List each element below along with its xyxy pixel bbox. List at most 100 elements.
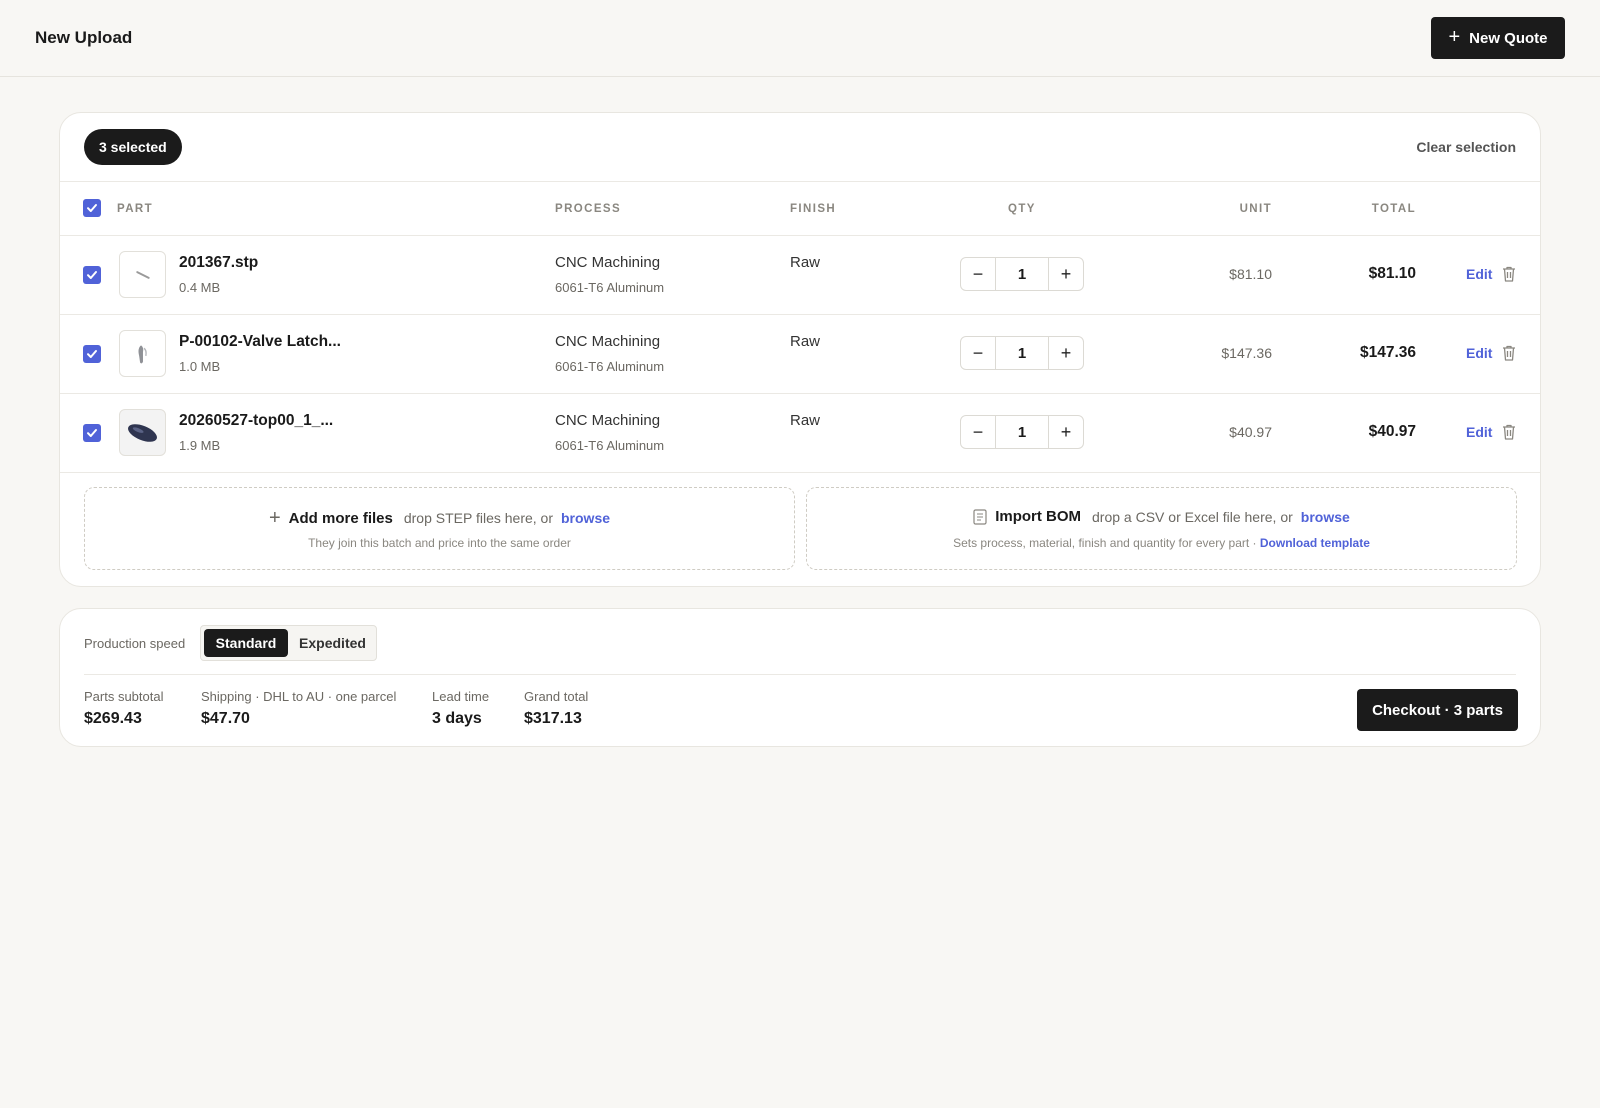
quantity-stepper: − 1 + <box>960 415 1084 449</box>
production-speed-label: Production speed <box>84 636 186 651</box>
speed-option-standard[interactable]: Standard <box>204 629 288 657</box>
speed-option-expedited[interactable]: Expedited <box>291 629 374 657</box>
column-header-unit: UNIT <box>1239 203 1272 215</box>
table-row: 201367.stp 0.4 MB CNC Machining 6061-T6 … <box>60 236 1540 315</box>
download-template-link[interactable]: Download template <box>1260 536 1370 550</box>
shipping-value: $47.70 <box>201 710 250 727</box>
grand-total: Grand total $317.13 <box>524 689 588 728</box>
line-total: $81.10 <box>1368 265 1416 282</box>
edit-button[interactable]: Edit <box>1466 345 1492 361</box>
decrement-button[interactable]: − <box>961 416 995 448</box>
part-process[interactable]: CNC Machining <box>555 333 660 350</box>
shipping: Shipping · DHL to AU · one parcel $47.70 <box>201 689 396 728</box>
part-size: 1.9 MB <box>179 438 221 453</box>
new-quote-button[interactable]: + New Quote <box>1431 17 1565 59</box>
column-header-finish: FINISH <box>790 203 837 215</box>
unit-price: $40.97 <box>1229 424 1272 440</box>
edit-button[interactable]: Edit <box>1466 266 1492 282</box>
part-process[interactable]: CNC Machining <box>555 412 660 429</box>
document-icon <box>973 508 987 525</box>
trash-icon[interactable] <box>1501 344 1517 362</box>
line-total: $40.97 <box>1368 423 1416 440</box>
part-name: 201367.stp <box>179 254 259 271</box>
lead-time: Lead time 3 days <box>432 689 489 728</box>
part-thumbnail <box>119 251 166 298</box>
add-files-subtext: They join this batch and price into the … <box>308 536 571 550</box>
part-thumbnail <box>119 409 166 456</box>
parts-subtotal-value: $269.43 <box>84 710 142 727</box>
top-bar: New Upload + New Quote <box>0 0 1600 77</box>
increment-button[interactable]: + <box>1049 258 1083 290</box>
column-header-part: PART <box>117 203 154 215</box>
part-preview-icon <box>136 271 150 279</box>
part-preview-icon <box>138 345 147 364</box>
table-row: P-00102-Valve Latch... 1.0 MB CNC Machin… <box>60 315 1540 394</box>
import-bom-dropzone[interactable]: Import BOM drop a CSV or Excel file here… <box>806 487 1517 570</box>
import-bom-browse-link[interactable]: browse <box>1301 509 1350 525</box>
row-checkbox[interactable] <box>83 424 101 442</box>
edit-button[interactable]: Edit <box>1466 424 1492 440</box>
order-summary-card: Production speed Standard Expedited Part… <box>59 608 1541 747</box>
quantity-stepper: − 1 + <box>960 257 1084 291</box>
increment-button[interactable]: + <box>1049 337 1083 369</box>
checkout-button[interactable]: Checkout · 3 parts <box>1357 689 1518 731</box>
clear-selection-button[interactable]: Clear selection <box>1416 139 1516 155</box>
part-finish[interactable]: Raw <box>790 254 820 271</box>
grand-total-label: Grand total <box>524 689 589 704</box>
part-finish[interactable]: Raw <box>790 333 820 350</box>
plus-icon: + <box>268 507 281 529</box>
column-header-qty: QTY <box>1008 203 1036 215</box>
decrement-button[interactable]: − <box>961 258 995 290</box>
increment-button[interactable]: + <box>1049 416 1083 448</box>
selected-count-badge: 3 selected <box>84 129 182 165</box>
check-icon <box>87 429 97 437</box>
import-bom-hint: drop a CSV or Excel file here, or <box>1092 508 1293 525</box>
production-speed-toggle: Standard Expedited <box>200 625 377 661</box>
quantity-input[interactable]: 1 <box>995 258 1049 290</box>
row-checkbox[interactable] <box>83 266 101 284</box>
import-bom-title: Import BOM <box>995 508 1082 525</box>
lead-time-value: 3 days <box>432 710 482 727</box>
new-quote-label: New Quote <box>1469 29 1548 47</box>
quantity-input[interactable]: 1 <box>995 416 1049 448</box>
part-material: 6061-T6 Aluminum <box>555 359 665 374</box>
grand-total-value: $317.13 <box>524 710 582 727</box>
quantity-input[interactable]: 1 <box>995 337 1049 369</box>
decrement-button[interactable]: − <box>961 337 995 369</box>
part-process[interactable]: CNC Machining <box>555 254 660 271</box>
add-files-browse-link[interactable]: browse <box>561 510 610 526</box>
shipping-label: Shipping · DHL to AU · one parcel <box>201 689 397 704</box>
row-checkbox[interactable] <box>83 345 101 363</box>
check-icon <box>87 204 97 212</box>
trash-icon[interactable] <box>1501 265 1517 283</box>
add-files-title: Add more files <box>288 509 393 527</box>
check-icon <box>87 350 97 358</box>
select-all-checkbox[interactable] <box>83 199 101 217</box>
part-thumbnail <box>119 330 166 377</box>
unit-price: $81.10 <box>1229 266 1272 282</box>
part-name: P-00102-Valve Latch... <box>179 333 341 350</box>
trash-icon[interactable] <box>1501 423 1517 441</box>
lead-time-label: Lead time <box>432 689 490 704</box>
import-bom-subtext: Sets process, material, finish and quant… <box>807 536 1516 550</box>
add-files-hint: drop STEP files here, or <box>403 510 553 526</box>
unit-price: $147.36 <box>1221 345 1272 361</box>
column-header-process: PROCESS <box>555 203 622 215</box>
part-name: 20260527-top00_1_... <box>179 412 334 429</box>
table-row: 20260527-top00_1_... 1.9 MB CNC Machinin… <box>60 394 1540 473</box>
parts-subtotal-label: Parts subtotal <box>84 689 164 704</box>
part-finish[interactable]: Raw <box>790 412 820 429</box>
column-header-total: TOTAL <box>1371 203 1416 215</box>
quantity-stepper: − 1 + <box>960 336 1084 370</box>
parts-card: 3 selected Clear selection PART PROCESS … <box>59 112 1541 587</box>
part-preview-icon <box>128 424 157 442</box>
table-header: PART PROCESS FINISH QTY UNIT TOTAL <box>60 181 1540 236</box>
part-size: 1.0 MB <box>179 359 221 374</box>
part-material: 6061-T6 Aluminum <box>555 438 665 453</box>
check-icon <box>87 271 97 279</box>
add-files-dropzone[interactable]: + Add more files drop STEP files here, o… <box>84 487 795 570</box>
import-bom-sub: Sets process, material, finish and quant… <box>953 536 1257 550</box>
divider <box>84 674 1516 675</box>
part-size: 0.4 MB <box>179 280 221 295</box>
parts-subtotal: Parts subtotal $269.43 <box>84 689 164 728</box>
